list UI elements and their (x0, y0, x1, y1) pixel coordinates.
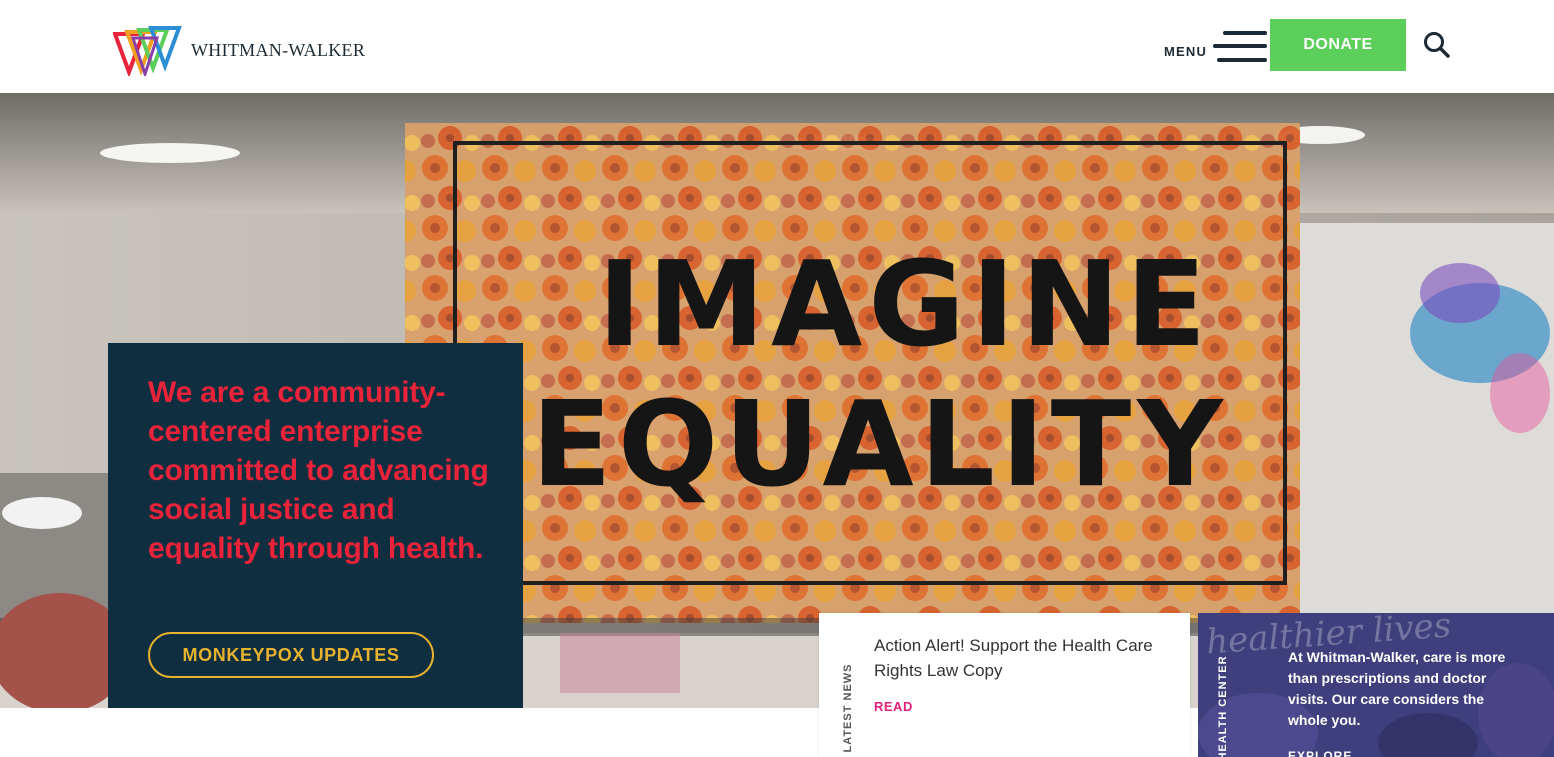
hamburger-icon (1213, 28, 1268, 66)
sign-line-1: IMAGINE (598, 235, 1213, 373)
logo-triangles-icon (113, 26, 182, 76)
latest-news-card[interactable]: LATEST NEWS Action Alert! Support the He… (819, 613, 1190, 757)
health-center-label: HEALTH CENTER (1217, 655, 1229, 757)
logo-text: WHITMAN-WALKER (191, 39, 366, 60)
news-title[interactable]: Action Alert! Support the Health Care Ri… (874, 633, 1164, 683)
menu-button[interactable]: MENU (1164, 28, 1268, 66)
monkeypox-updates-button[interactable]: MONKEYPOX UPDATES (148, 632, 434, 678)
donate-button[interactable]: DONATE (1270, 19, 1406, 71)
site-header: WHITMAN-WALKER MENU DONATE (0, 0, 1554, 93)
health-center-description: At Whitman-Walker, care is more than pre… (1288, 649, 1506, 728)
search-icon (1424, 32, 1450, 58)
health-center-explore-link[interactable]: EXPLORE (1288, 749, 1352, 757)
latest-news-label: LATEST NEWS (842, 663, 854, 753)
sign-line-2: EQUALITY (531, 375, 1228, 513)
news-read-link[interactable]: READ (874, 699, 913, 714)
menu-label: MENU (1164, 43, 1208, 59)
health-center-card[interactable]: healthier lives HEALTH CENTER At Whitman… (1198, 613, 1554, 757)
mission-statement: We are a community-centered enterprise c… (148, 376, 489, 565)
mission-panel: We are a community-centered enterprise c… (108, 343, 523, 708)
site-logo[interactable]: WHITMAN-WALKER (113, 24, 365, 76)
search-button[interactable] (1422, 30, 1452, 60)
